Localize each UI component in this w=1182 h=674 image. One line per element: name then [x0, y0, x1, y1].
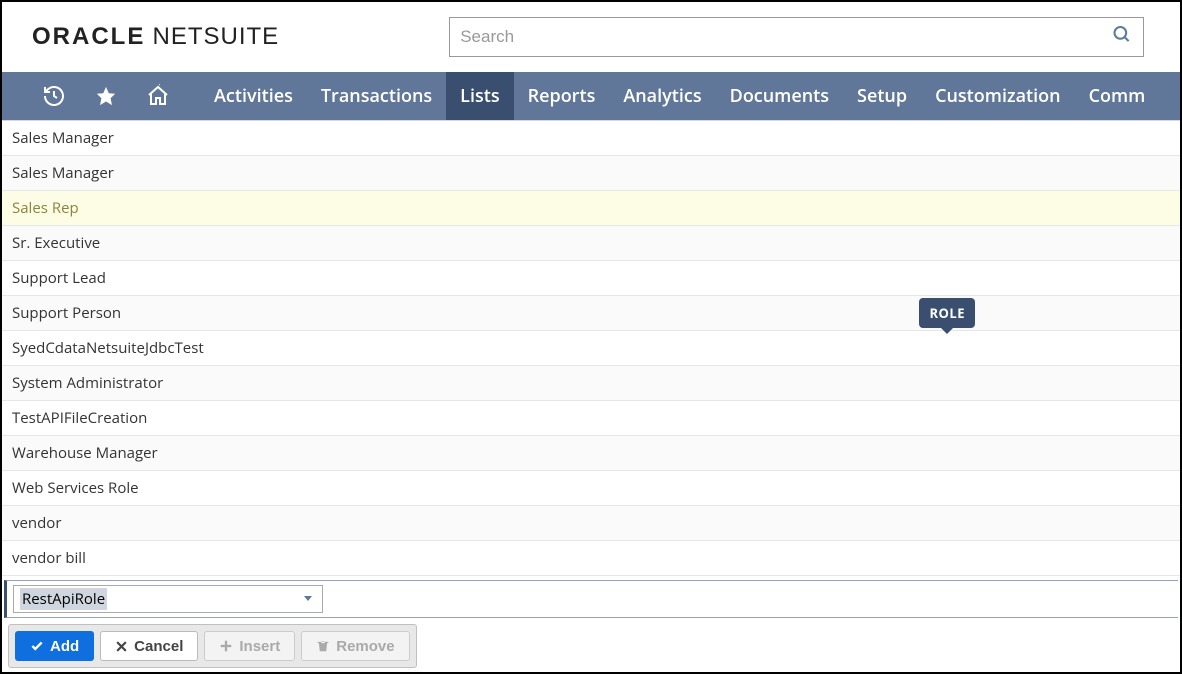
role-select[interactable]: RestApiRole — [13, 585, 323, 613]
nav-commerce[interactable]: Comm — [1075, 72, 1160, 120]
close-icon — [115, 640, 128, 653]
add-button[interactable]: Add — [15, 631, 94, 661]
nav-customization[interactable]: Customization — [921, 72, 1075, 120]
list-item[interactable]: Sr. Executive — [2, 226, 1180, 261]
nav-activities[interactable]: Activities — [200, 72, 307, 120]
nav-documents[interactable]: Documents — [716, 72, 843, 120]
main-nav: Activities Transactions Lists Reports An… — [2, 72, 1180, 120]
role-input-row: RestApiRole — [4, 580, 1178, 618]
list-item[interactable]: SyedCdataNetsuiteJdbcTest — [2, 331, 1180, 366]
role-list: Sales Manager Sales Manager Sales Rep Sr… — [2, 120, 1180, 576]
list-item[interactable]: Warehouse Manager — [2, 436, 1180, 471]
search-input[interactable] — [449, 17, 1144, 57]
list-item[interactable]: Sales Manager — [2, 121, 1180, 156]
cancel-button[interactable]: Cancel — [100, 631, 198, 661]
nav-analytics[interactable]: Analytics — [609, 72, 715, 120]
list-item[interactable]: Support Person — [2, 296, 1180, 331]
nav-lists[interactable]: Lists — [446, 72, 513, 120]
list-item[interactable]: Sales Rep — [2, 191, 1180, 226]
logo-oracle: ORACLE — [32, 23, 145, 50]
list-item[interactable]: Web Services Role — [2, 471, 1180, 506]
list-item[interactable]: System Administrator — [2, 366, 1180, 401]
home-icon[interactable] — [136, 72, 180, 120]
nav-reports[interactable]: Reports — [514, 72, 610, 120]
nav-transactions[interactable]: Transactions — [307, 72, 446, 120]
add-button-label: Add — [50, 638, 79, 655]
remove-button: Remove — [301, 631, 409, 661]
search-container — [449, 17, 1144, 57]
list-item[interactable]: Sales Manager — [2, 156, 1180, 191]
role-tooltip: ROLE — [919, 298, 975, 328]
remove-button-label: Remove — [336, 638, 394, 655]
search-icon[interactable] — [1112, 25, 1132, 50]
insert-button-label: Insert — [239, 638, 280, 655]
actions-toolbar: Add Cancel Insert Remove — [8, 624, 417, 668]
plus-icon — [219, 639, 233, 653]
logo: ORACLE NETSUITE — [32, 23, 279, 51]
role-select-value: RestApiRole — [20, 588, 107, 610]
header: ORACLE NETSUITE — [2, 2, 1180, 72]
cancel-button-label: Cancel — [134, 638, 183, 655]
logo-netsuite: NETSUITE — [153, 23, 280, 50]
check-icon — [30, 639, 44, 653]
history-icon[interactable] — [32, 72, 76, 120]
trash-icon — [316, 639, 330, 653]
list-item[interactable]: Support Lead — [2, 261, 1180, 296]
chevron-down-icon — [302, 589, 314, 609]
list-item[interactable]: vendor bill — [2, 541, 1180, 576]
list-item[interactable]: vendor — [2, 506, 1180, 541]
list-item[interactable]: TestAPIFileCreation — [2, 401, 1180, 436]
nav-setup[interactable]: Setup — [843, 72, 921, 120]
star-icon[interactable] — [84, 72, 128, 120]
insert-button: Insert — [204, 631, 295, 661]
